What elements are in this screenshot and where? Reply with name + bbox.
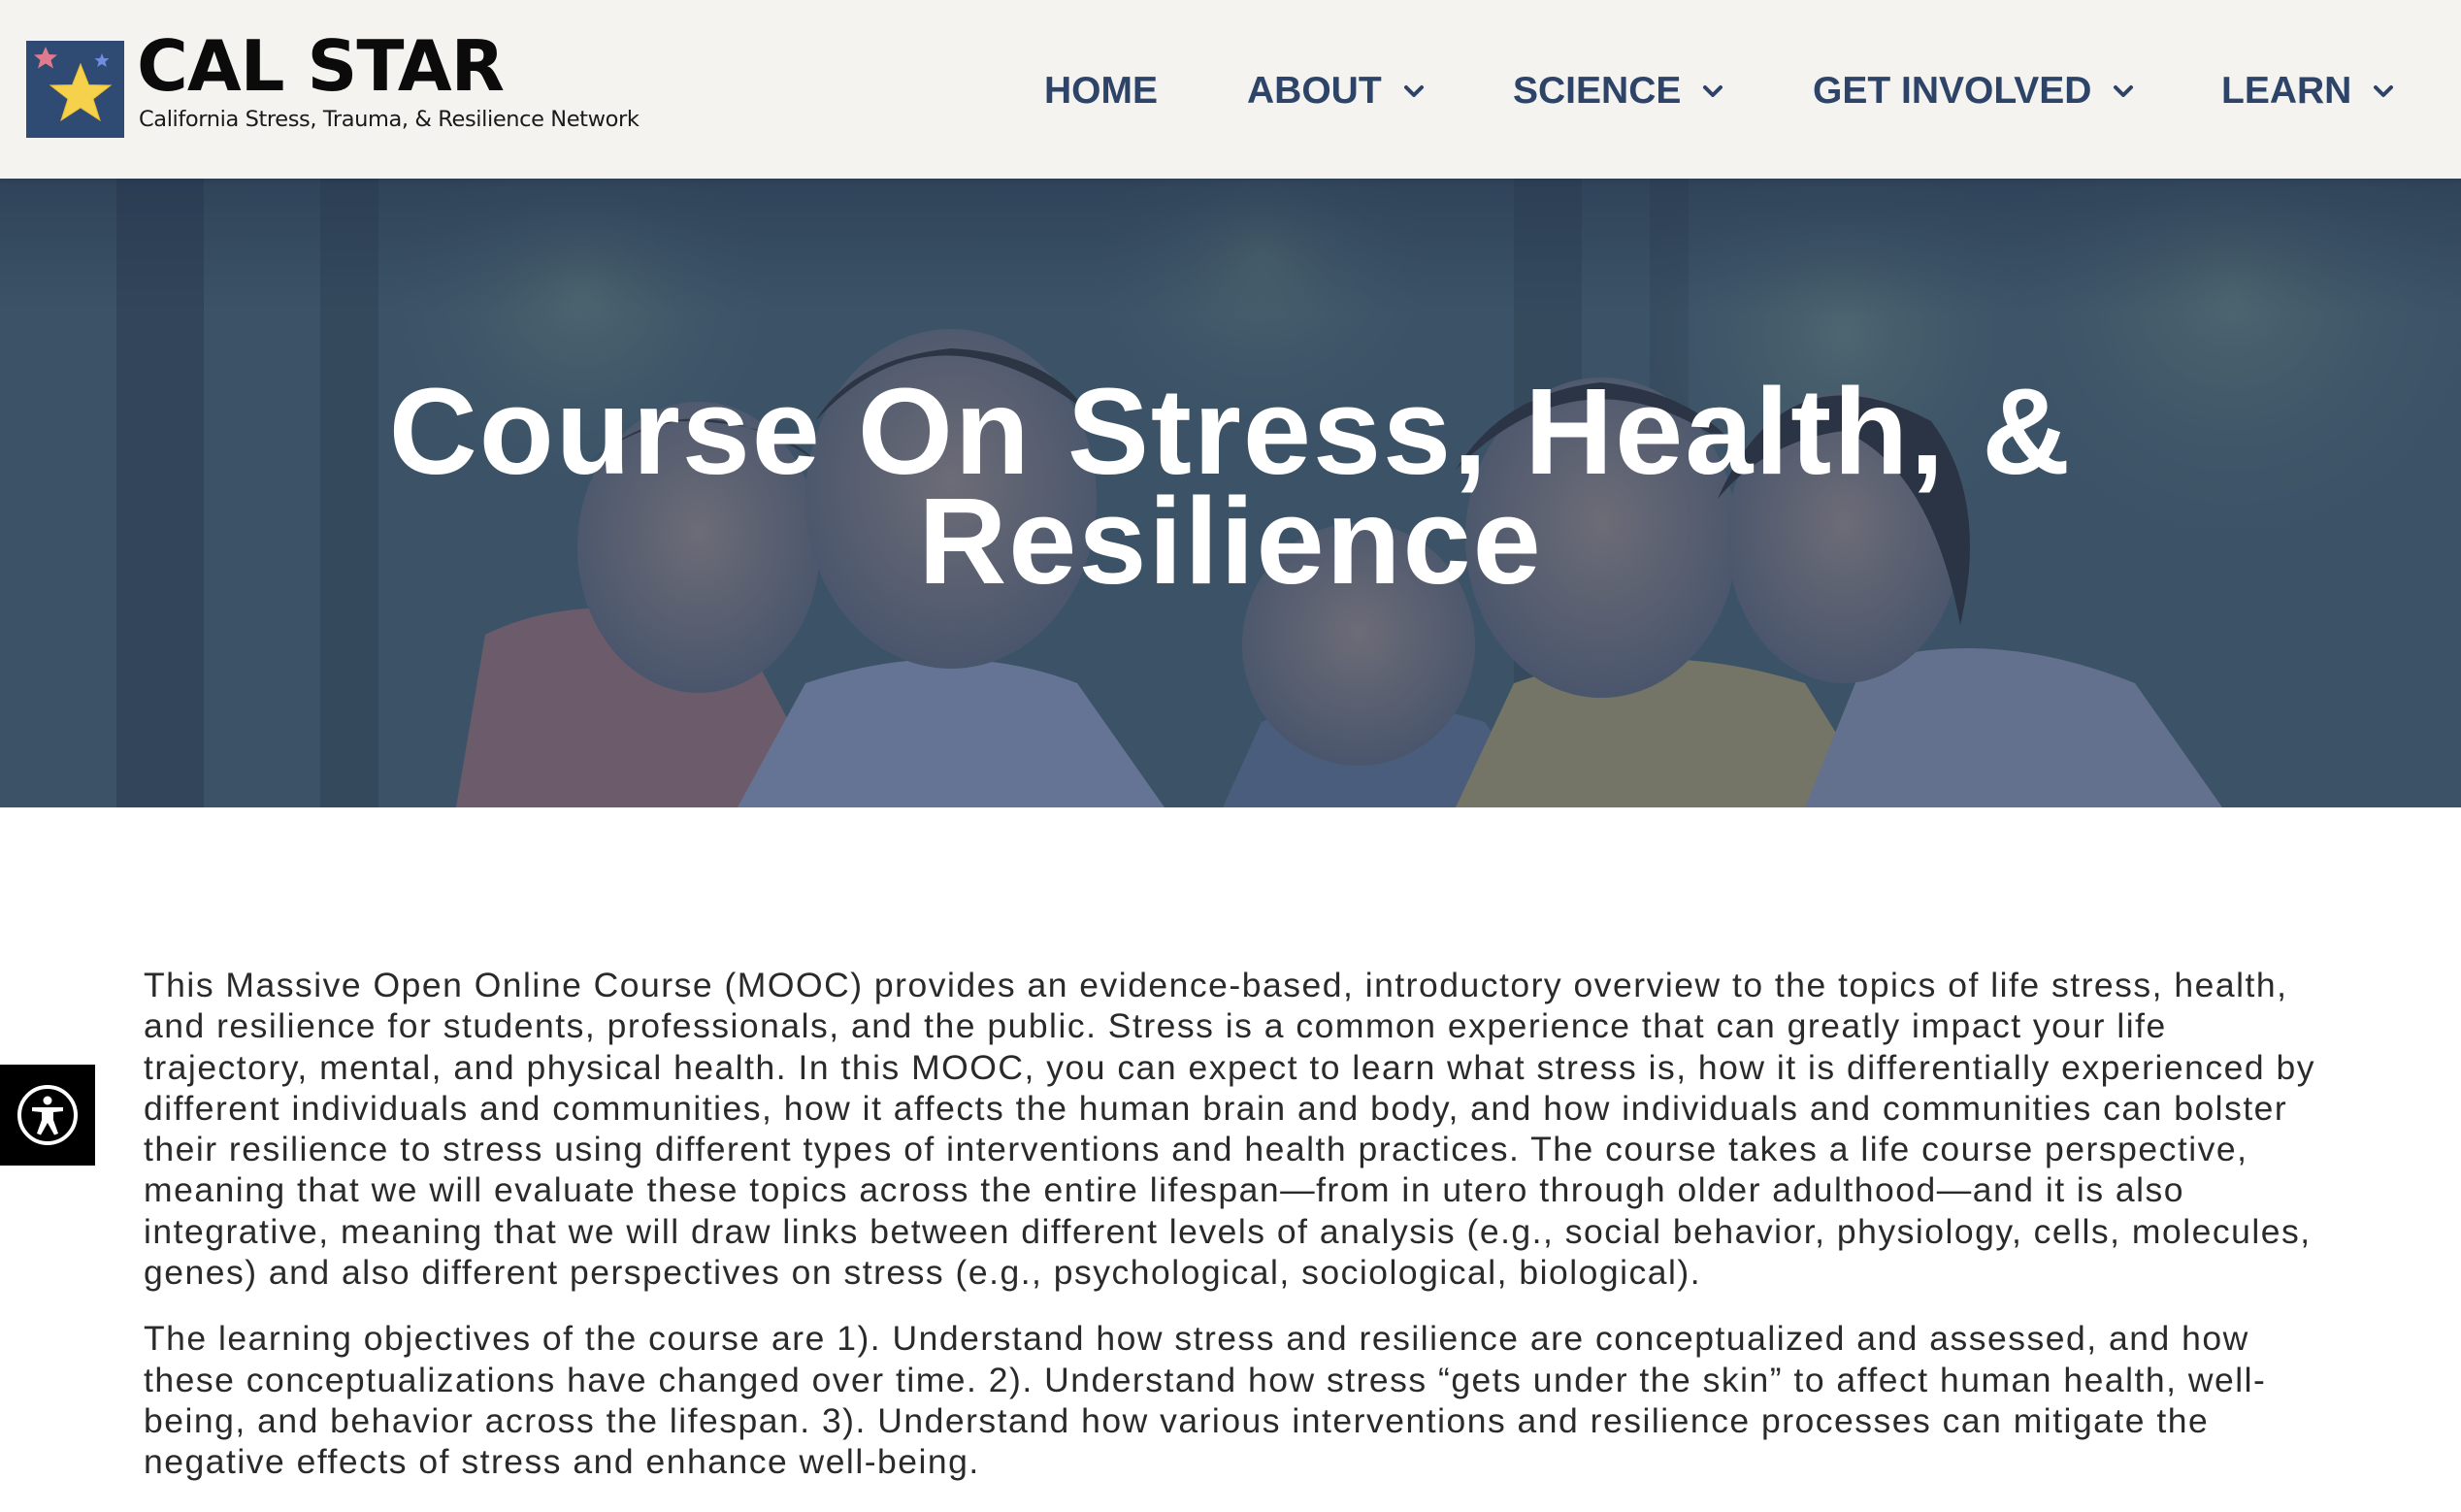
nav-learn[interactable]: LEARN: [2221, 62, 2394, 120]
main-nav: HOME ABOUT SCIENCE GET INVOLVED LEARN: [0, 62, 2461, 120]
nav-learn-label: LEARN: [2221, 70, 2352, 112]
accessibility-icon: [17, 1085, 78, 1145]
nav-home-label: HOME: [1044, 70, 1158, 112]
chevron-down-icon: [1703, 85, 1723, 97]
nav-science-label: SCIENCE: [1513, 70, 1682, 112]
accessibility-button[interactable]: [0, 1065, 95, 1166]
hero-banner: Course On Stress, Health, & Resilience: [0, 179, 2461, 807]
intro-paragraph: This Massive Open Online Course (MOOC) p…: [144, 966, 2315, 1293]
nav-about[interactable]: ABOUT: [1247, 62, 1425, 120]
objectives-paragraph: The learning objectives of the course ar…: [144, 1319, 2267, 1482]
nav-get-involved-label: GET INVOLVED: [1813, 70, 2092, 112]
nav-science[interactable]: SCIENCE: [1513, 62, 1723, 120]
site-header: CAL STAR California Stress, Trauma, & Re…: [0, 0, 2461, 179]
nav-about-label: ABOUT: [1247, 70, 1382, 112]
hero-title: Course On Stress, Health, & Resilience: [388, 363, 2073, 609]
nav-get-involved[interactable]: GET INVOLVED: [1813, 62, 2134, 120]
chevron-down-icon: [1403, 85, 1424, 97]
nav-home[interactable]: HOME: [1044, 62, 1158, 120]
chevron-down-icon: [2114, 85, 2134, 97]
course-description: This Massive Open Online Course (MOOC) p…: [144, 965, 2317, 1508]
chevron-down-icon: [2374, 85, 2394, 97]
